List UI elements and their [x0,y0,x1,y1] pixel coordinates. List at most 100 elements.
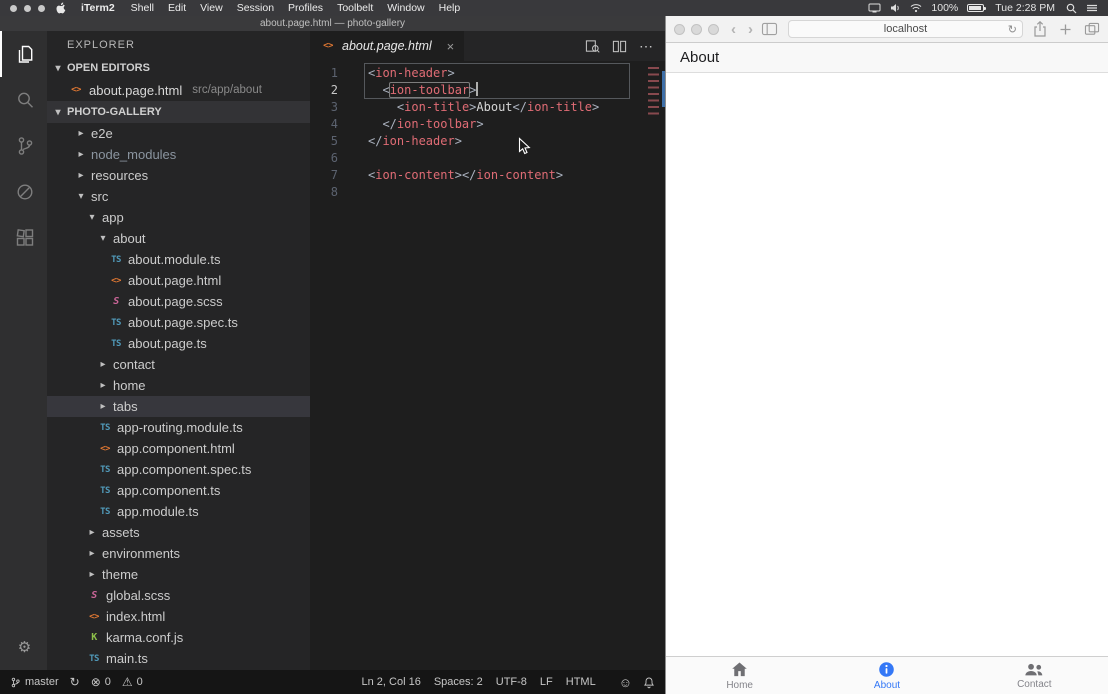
tree-folder-src[interactable]: ▾src [47,186,310,207]
volume-icon[interactable] [890,3,901,13]
menu-help[interactable]: Help [432,2,468,14]
tab-contact[interactable]: Contact [961,657,1108,694]
project-section-header[interactable]: ▾ PHOTO-GALLERY [47,101,310,123]
tree-folder-theme[interactable]: ▸theme [47,564,310,585]
tree-file-about.module.ts[interactable]: TSabout.module.ts [47,249,310,270]
chevron-right-icon[interactable]: ▸ [75,128,87,139]
statusbar-item[interactable]: LF [540,676,553,688]
tree-folder-e2e[interactable]: ▸e2e [47,123,310,144]
statusbar-item[interactable]: HTML [566,676,596,688]
menubar-clock[interactable]: Tue 2:28 PM [993,2,1057,14]
tree-file-about.page.ts[interactable]: TSabout.page.ts [47,333,310,354]
explorer-activity-icon[interactable] [0,31,47,77]
apple-menu-icon[interactable] [56,2,66,14]
refresh-icon[interactable]: ↻ [1008,23,1017,36]
notification-center-icon[interactable] [1086,3,1098,13]
tree-folder-tabs[interactable]: ▸tabs [47,396,310,417]
tab-about[interactable]: About [813,657,960,694]
menu-app-name[interactable]: iTerm2 [74,2,122,14]
tree-file-karma.conf.js[interactable]: Kkarma.conf.js [47,627,310,648]
tab-overview-icon[interactable] [1084,22,1100,36]
tree-folder-contact[interactable]: ▸contact [47,354,310,375]
tree-file-main.ts[interactable]: TSmain.ts [47,648,310,669]
tree-folder-resources[interactable]: ▸resources [47,165,310,186]
wifi-icon[interactable] [910,3,922,13]
tree-folder-about[interactable]: ▾about [47,228,310,249]
menu-edit[interactable]: Edit [161,2,193,14]
menu-toolbelt[interactable]: Toolbelt [330,2,380,14]
window-dot[interactable] [10,5,17,12]
debug-activity-icon[interactable] [0,169,47,215]
bell-icon[interactable] [643,676,655,689]
chevron-right-icon[interactable]: ▸ [75,170,87,181]
zoom-window-button[interactable] [708,24,719,35]
branch-indicator[interactable]: master [10,676,59,689]
open-editors-header[interactable]: ▾ OPEN EDITORS [47,57,310,79]
menu-shell[interactable]: Shell [124,2,161,14]
chevron-right-icon[interactable]: ▸ [86,569,98,580]
share-icon[interactable] [1033,21,1047,37]
spotlight-search-icon[interactable] [1066,3,1077,14]
minimize-window-button[interactable] [691,24,702,35]
chevron-down-icon[interactable]: ▾ [86,212,98,223]
menu-session[interactable]: Session [230,2,281,14]
menu-window[interactable]: Window [380,2,431,14]
statusbar-item[interactable]: Spaces: 2 [434,676,483,688]
more-actions-icon[interactable]: ⋯ [639,38,653,55]
tree-file-global.scss[interactable]: Sglobal.scss [47,585,310,606]
battery-icon[interactable] [967,4,984,12]
split-editor-icon[interactable] [612,39,627,54]
tree-folder-home[interactable]: ▸home [47,375,310,396]
chevron-right-icon[interactable]: ▸ [86,548,98,559]
tab-about-page-html[interactable]: <> about.page.html × [310,31,464,61]
minimap[interactable] [648,61,661,670]
search-activity-icon[interactable] [0,77,47,123]
chevron-right-icon[interactable]: ▸ [97,401,109,412]
window-dot[interactable] [38,5,45,12]
tree-folder-environments[interactable]: ▸environments [47,543,310,564]
chevron-down-icon[interactable]: ▾ [75,191,87,202]
chevron-down-icon[interactable]: ▾ [97,233,109,244]
tree-file-app.module.ts[interactable]: TSapp.module.ts [47,501,310,522]
window-dot[interactable] [24,5,31,12]
tree-folder-assets[interactable]: ▸assets [47,522,310,543]
feedback-smiley-icon[interactable]: ☺ [619,675,632,690]
open-preview-icon[interactable] [585,39,600,54]
statusbar-item[interactable]: UTF-8 [496,676,527,688]
tree-file-about.page.html[interactable]: <>about.page.html [47,270,310,291]
close-icon[interactable]: × [447,39,455,54]
statusbar-item[interactable]: Ln 2, Col 16 [362,676,421,688]
address-bar[interactable]: localhost ↻ [788,20,1023,38]
source-control-activity-icon[interactable] [0,123,47,169]
tree-file-app-routing.module.ts[interactable]: TSapp-routing.module.ts [47,417,310,438]
close-window-button[interactable] [674,24,685,35]
tree-folder-node_modules[interactable]: ▸node_modules [47,144,310,165]
tree-file-about.page.spec.ts[interactable]: TSabout.page.spec.ts [47,312,310,333]
open-editor-item[interactable]: <> about.page.html src/app/about [47,79,310,101]
chevron-right-icon[interactable]: ▸ [97,380,109,391]
chevron-right-icon[interactable]: ▸ [75,149,87,160]
tree-folder-app[interactable]: ▾app [47,207,310,228]
chevron-right-icon[interactable]: ▸ [86,527,98,538]
vscode-titlebar[interactable]: about.page.html — photo-gallery [0,16,665,31]
menu-profiles[interactable]: Profiles [281,2,330,14]
extensions-activity-icon[interactable] [0,215,47,261]
error-indicator[interactable]: ⊗ 0 [91,675,111,689]
menu-view[interactable]: View [193,2,230,14]
tree-file-app.component.spec.ts[interactable]: TSapp.component.spec.ts [47,459,310,480]
new-tab-icon[interactable] [1059,23,1072,36]
forward-button[interactable]: › [748,21,753,38]
tree-file-about.page.scss[interactable]: Sabout.page.scss [47,291,310,312]
gear-icon[interactable]: ⚙ [0,624,47,670]
tab-home[interactable]: Home [666,657,813,694]
tree-file-app.component.ts[interactable]: TSapp.component.ts [47,480,310,501]
chevron-right-icon[interactable]: ▸ [97,359,109,370]
sidebar-toggle-icon[interactable] [761,22,778,36]
tree-file-index.html[interactable]: <>index.html [47,606,310,627]
back-button[interactable]: ‹ [731,21,736,38]
code-editor[interactable]: 12345678 <ion-header> <ion-toolbar> <ion… [310,61,665,670]
sync-icon[interactable]: ↻ [70,675,80,689]
warning-indicator[interactable]: ⚠ 0 [122,675,143,689]
tree-file-app.component.html[interactable]: <>app.component.html [47,438,310,459]
display-status-icon[interactable] [868,3,881,13]
